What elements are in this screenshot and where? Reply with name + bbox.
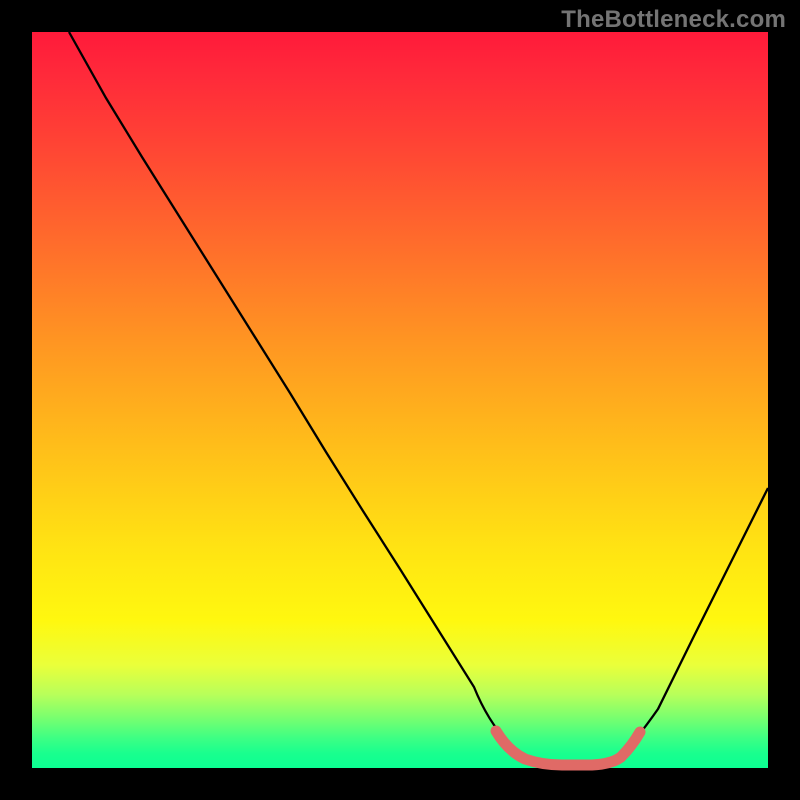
curve-path	[69, 32, 768, 765]
accent-minimum-segment	[496, 731, 640, 765]
chart-frame: TheBottleneck.com	[0, 0, 800, 800]
watermark-text: TheBottleneck.com	[561, 6, 786, 34]
bottleneck-curve	[32, 32, 768, 768]
plot-area	[32, 32, 768, 768]
